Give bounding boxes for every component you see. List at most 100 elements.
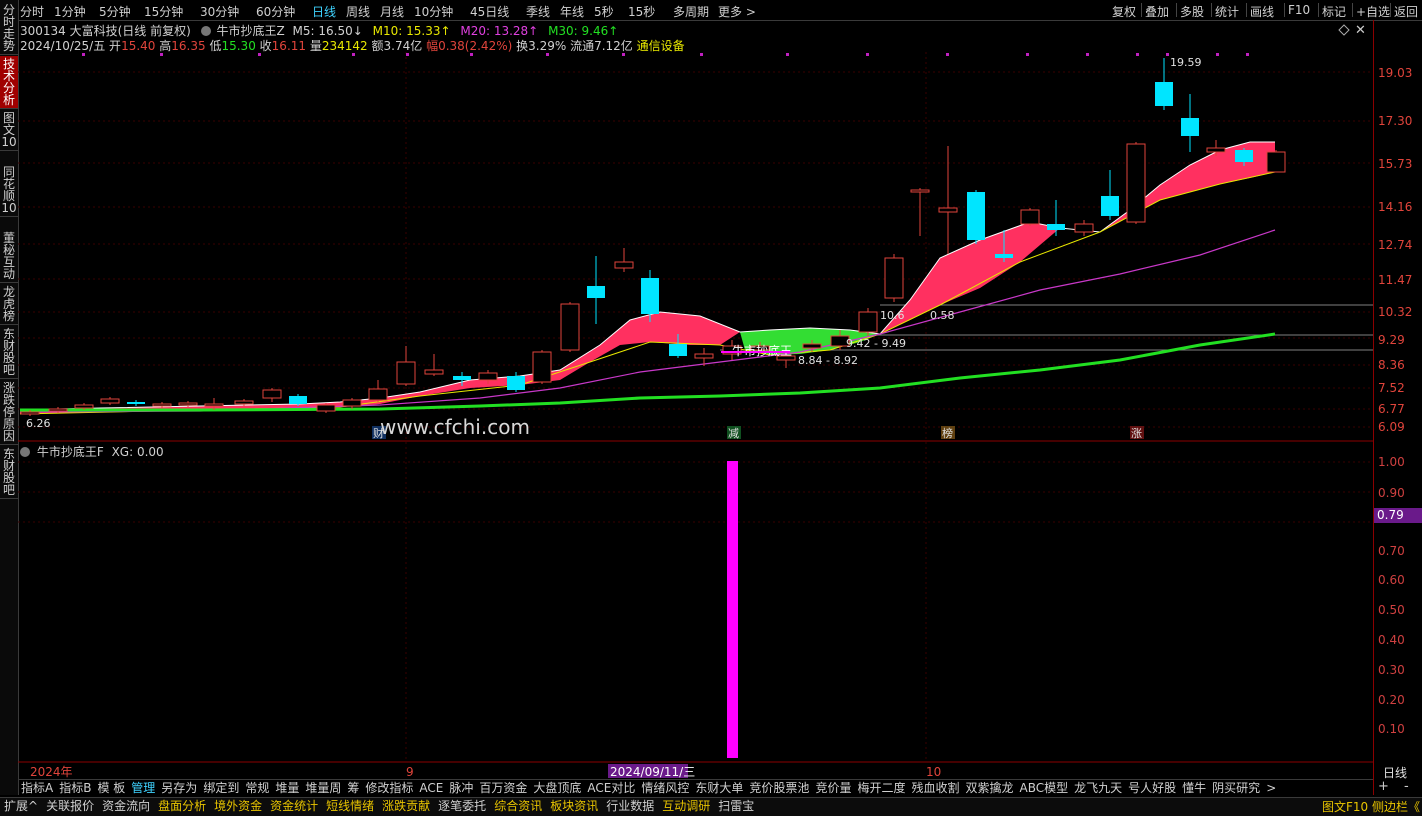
indicator-tab[interactable]: 双紫擒龙 [962, 780, 1016, 797]
event-tag-rank[interactable]: 榜 [942, 426, 953, 440]
indicator-tab[interactable]: > [1263, 780, 1279, 797]
indicator-tab[interactable]: 修改指标 [362, 780, 416, 797]
candle-body[interactable] [858, 311, 878, 333]
indicator-tab[interactable]: 管理 [128, 780, 158, 797]
candle-body[interactable] [587, 286, 605, 298]
candle-body[interactable] [1266, 151, 1286, 173]
collapse-diamond-icon[interactable] [1338, 24, 1350, 39]
candle-body[interactable] [1074, 223, 1094, 233]
indicator-tab[interactable]: 堆量 [272, 780, 302, 797]
candle-body[interactable] [396, 361, 416, 385]
indicator-tab[interactable]: 懂牛 [1179, 780, 1209, 797]
close-icon[interactable]: ✕ [1355, 23, 1366, 38]
candle-body[interactable] [1206, 147, 1226, 153]
status-tab[interactable]: 互动调研 [658, 798, 714, 814]
candle-body[interactable] [478, 372, 498, 381]
candle-body[interactable] [424, 369, 444, 375]
candle-body[interactable] [368, 388, 388, 401]
candle-body[interactable] [48, 408, 68, 412]
indicator-tab[interactable]: 常规 [242, 780, 272, 797]
indicator-tab[interactable]: 百万资金 [476, 780, 530, 797]
indicator-tab[interactable]: ACE对比 [584, 780, 638, 797]
indicator-tab[interactable]: 筹 [344, 780, 362, 797]
indicator-tab[interactable]: 堆量周 [302, 780, 344, 797]
status-tab[interactable]: 扫雷宝 [714, 798, 758, 814]
status-tab[interactable]: 涨跌贡献 [378, 798, 434, 814]
indicator-tab[interactable]: 另存为 [158, 780, 200, 797]
candle-body[interactable] [641, 278, 659, 314]
candle-body[interactable] [669, 344, 687, 356]
candle-body[interactable] [995, 254, 1013, 258]
indicator-tab[interactable]: 脉冲 [446, 780, 476, 797]
candle-body[interactable] [127, 402, 145, 404]
low-annotation: 6.26 [26, 417, 51, 430]
candle-body[interactable] [614, 261, 634, 269]
candle-body[interactable] [1235, 150, 1253, 162]
candle-body[interactable] [453, 376, 471, 380]
candle-body[interactable] [316, 404, 336, 412]
candle-body[interactable] [178, 402, 198, 406]
candle-body[interactable] [910, 189, 930, 193]
candle-body[interactable] [204, 403, 224, 407]
candle-body[interactable] [74, 404, 94, 409]
candle-body[interactable] [802, 343, 822, 349]
candle-body[interactable] [532, 351, 552, 383]
indicator-tab[interactable]: 残血收割 [908, 780, 962, 797]
candle-body[interactable] [289, 396, 307, 404]
remove-tab-button[interactable]: - [1404, 779, 1409, 794]
indicator-tab[interactable]: 竞价股票池 [746, 780, 812, 797]
candle-body[interactable] [938, 207, 958, 213]
status-tab[interactable]: 资金流向 [98, 798, 154, 814]
candle-body[interactable] [100, 398, 120, 404]
indicator-tab[interactable]: 模 板 [94, 780, 128, 797]
indicator-tab[interactable]: 龙飞九天 [1071, 780, 1125, 797]
candle-body[interactable] [1155, 82, 1173, 106]
status-tab[interactable]: 板块资讯 [546, 798, 602, 814]
sub-chart-header: 牛市抄底王F XG: 0.00 [20, 443, 164, 460]
candle-body[interactable] [507, 376, 525, 390]
indicator-tab[interactable]: 指标A [18, 780, 56, 797]
candle-body[interactable] [884, 257, 904, 299]
candle-body[interactable] [967, 192, 985, 240]
indicator-tab[interactable]: 梅开二度 [854, 780, 908, 797]
indicator-tab[interactable]: 指标B [56, 780, 94, 797]
event-tag-limit-up[interactable]: 涨 [1131, 427, 1142, 440]
event-tag-reduce[interactable]: 减 [728, 427, 739, 440]
signal-dot [258, 53, 261, 56]
candle-body[interactable] [20, 411, 40, 415]
status-tab[interactable]: 境外资金 [210, 798, 266, 814]
status-tab[interactable]: 综合资讯 [490, 798, 546, 814]
indicator-tab[interactable]: ACE [416, 780, 446, 797]
add-tab-button[interactable]: + [1378, 779, 1389, 794]
status-tab[interactable]: 资金统计 [266, 798, 322, 814]
indicator-tab[interactable]: ABC模型 [1017, 780, 1072, 797]
status-tab[interactable]: 行业数据 [602, 798, 658, 814]
status-tab[interactable]: 关联报价 [42, 798, 98, 814]
indicator-tab[interactable]: 绑定到 [200, 780, 242, 797]
candle-body[interactable] [1126, 143, 1146, 223]
indicator-tab[interactable]: 号人好股 [1125, 780, 1179, 797]
sub-indicator-toggle-icon[interactable] [20, 447, 30, 457]
candle-body[interactable] [560, 303, 580, 351]
candle-body[interactable] [152, 403, 172, 407]
candle-body[interactable] [1181, 118, 1199, 136]
indicator-tab[interactable]: 东财大单 [692, 780, 746, 797]
candle-body[interactable] [694, 353, 714, 359]
indicator-tab[interactable]: 阴买研究 [1209, 780, 1263, 797]
sub-indicator-name[interactable]: 牛市抄底王F [37, 445, 104, 459]
status-tab[interactable]: 盘面分析 [154, 798, 210, 814]
indicator-tab[interactable]: 竞价量 [812, 780, 854, 797]
kline-chart[interactable]: 19.59 6.26 8.84 - 8.92 9.42 - 9.49 10.6 … [0, 0, 1422, 815]
candle-body[interactable] [262, 389, 282, 399]
status-tab[interactable]: 短线情绪 [322, 798, 378, 814]
status-tab[interactable]: 扩展^ [0, 798, 42, 814]
status-tab[interactable]: 逐笔委托 [434, 798, 490, 814]
side-panel-toggle[interactable]: 图文F10 侧边栏《 [1322, 798, 1420, 815]
candle-body[interactable] [1101, 196, 1119, 216]
candle-body[interactable] [1047, 224, 1065, 230]
indicator-tab[interactable]: 情绪风控 [638, 780, 692, 797]
candle-body[interactable] [1020, 209, 1040, 225]
candle-body[interactable] [234, 400, 254, 405]
indicator-tab[interactable]: 大盘顶底 [530, 780, 584, 797]
candle-body[interactable] [342, 399, 362, 407]
